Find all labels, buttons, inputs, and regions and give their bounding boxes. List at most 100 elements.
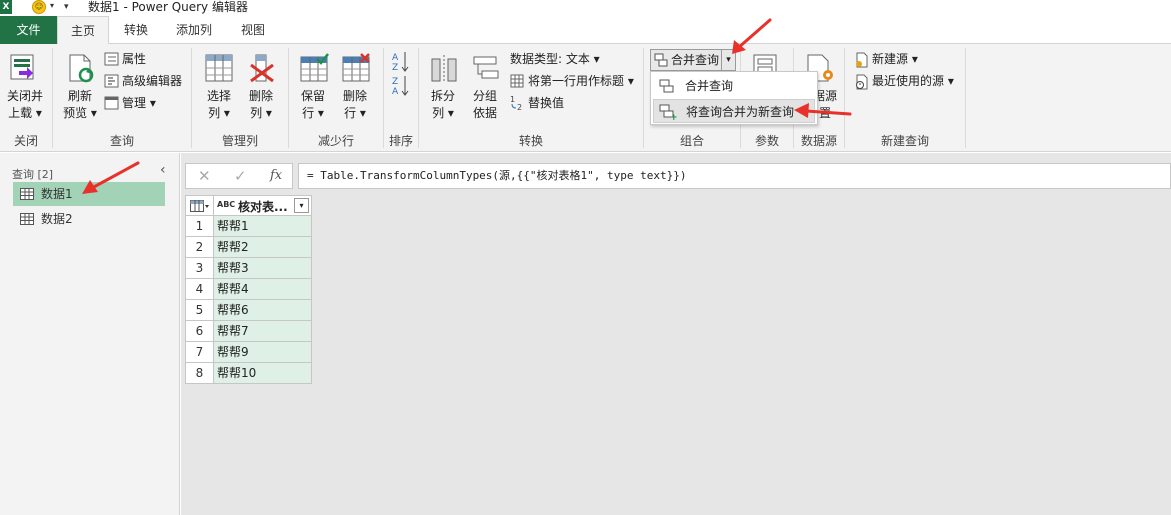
query-item-label: 数据2: [41, 212, 73, 226]
manage-label: 管理 ▾: [122, 96, 156, 110]
remove-rows-label-2: 行 ▾: [344, 106, 366, 120]
close-and-load-label-1: 关闭并: [6, 89, 43, 103]
group-label-new-query: 新建查询: [880, 134, 929, 148]
row-number: 3: [185, 258, 214, 279]
remove-columns-label-2: 列 ▾: [250, 106, 272, 120]
tab-file[interactable]: 文件: [0, 16, 57, 44]
merge-queries-menu-icon: [659, 79, 674, 93]
table-menu-button[interactable]: [185, 195, 214, 216]
data-preview-area: [181, 153, 1171, 515]
manage-icon: [104, 96, 119, 110]
refresh-preview-icon: [69, 54, 94, 83]
split-column-label-2: 列 ▾: [432, 106, 454, 120]
table-cell[interactable]: 帮帮10: [214, 363, 312, 384]
new-source-label: 新建源 ▾: [872, 52, 918, 66]
tab-view[interactable]: 视图: [228, 16, 278, 44]
svg-text:A: A: [392, 53, 399, 63]
properties-label: 属性: [122, 52, 147, 66]
group-divider: [965, 48, 966, 148]
close-and-load-label-2: 上载 ▾: [8, 106, 42, 120]
queries-header: 查询 [2]: [12, 168, 54, 181]
ribbon-tab-bar: 文件 主页 转换 添加列 视图: [0, 16, 1171, 45]
choose-columns-label-2: 列 ▾: [208, 106, 230, 120]
group-label-parameters: 参数: [754, 134, 779, 148]
group-by-icon: [473, 56, 499, 79]
table-cell[interactable]: 帮帮9: [214, 342, 312, 363]
tab-transform[interactable]: 转换: [110, 16, 162, 44]
svg-text:A: A: [392, 87, 399, 96]
sort-descending-icon[interactable]: Z A: [392, 74, 410, 96]
column-header[interactable]: ABC 核对表... ▾: [213, 195, 312, 216]
collapse-pane-icon[interactable]: ‹: [160, 162, 166, 178]
row-number: 2: [185, 237, 214, 258]
svg-text:+: +: [670, 113, 677, 120]
recent-sources-label: 最近使用的源 ▾: [872, 74, 954, 88]
table-cell[interactable]: 帮帮1: [214, 216, 312, 237]
first-row-header-icon: [510, 74, 524, 88]
table-icon: [20, 213, 34, 225]
refresh-label-1: 刷新: [67, 89, 92, 103]
row-number: 6: [185, 321, 214, 342]
table-icon: [20, 188, 34, 200]
close-and-load-icon: [10, 54, 34, 80]
column-filter-dropdown-icon[interactable]: ▾: [294, 198, 309, 213]
group-label-reduce-rows: 减少行: [317, 134, 354, 148]
smiley-feedback-icon[interactable]: ☺: [32, 0, 46, 14]
keep-rows-label-2: 行 ▾: [302, 106, 324, 120]
group-label-query: 查询: [109, 134, 134, 148]
quick-access-dropdown-icon[interactable]: ▾: [50, 1, 54, 10]
text-type-icon[interactable]: ABC: [217, 200, 235, 209]
query-item-data2[interactable]: 数据2: [13, 207, 165, 231]
column-header-label: 核对表...: [238, 200, 288, 214]
table-cell[interactable]: 帮帮4: [214, 279, 312, 300]
group-label-close: 关闭: [13, 134, 38, 148]
group-label-manage-columns: 管理列: [221, 134, 258, 148]
keep-rows-icon: [300, 53, 329, 82]
remove-rows-label-1: 删除: [342, 89, 367, 103]
merge-queries-dropdown-menu: 合并查询 + 将查询合并为新查询: [650, 71, 818, 125]
row-number: 7: [185, 342, 214, 363]
row-number: 4: [185, 279, 214, 300]
cancel-formula-icon[interactable]: ✕: [198, 167, 211, 185]
table-cell[interactable]: 帮帮6: [214, 300, 312, 321]
query-item-label: 数据1: [41, 187, 73, 201]
merge-queries-dropdown-arrow-icon[interactable]: ▾: [721, 50, 735, 70]
svg-text:2: 2: [517, 103, 522, 111]
ribbon: 关闭并 上载 ▾ 关闭 刷新 预览 ▾ 属性 高级编辑器 管理 ▾ 查询 选择 …: [0, 44, 1171, 152]
refresh-label-2: 预览 ▾: [63, 106, 97, 120]
replace-values-icon: 1 2: [510, 95, 522, 111]
menu-item-merge-queries-label: 合并查询: [685, 79, 734, 93]
svg-text:Z: Z: [392, 77, 398, 87]
svg-text:1: 1: [510, 95, 515, 104]
merge-queries-label: 合并查询: [671, 53, 720, 67]
data-type-dropdown[interactable]: 数据类型: 文本 ▾: [510, 51, 600, 67]
remove-rows-icon: [342, 53, 370, 82]
quick-access-customize-icon[interactable]: ▾: [64, 2, 69, 12]
tab-home[interactable]: 主页: [57, 16, 109, 45]
tab-add-column[interactable]: 添加列: [164, 16, 224, 44]
table-menu-icon: [190, 200, 209, 212]
sort-ascending-icon[interactable]: A Z: [392, 50, 410, 72]
data-grid: ABC 核对表... ▾ 1 帮帮1 2 帮帮2 3 帮帮3 4 帮帮4 5 帮帮6 6 帮帮7 7 帮帮…: [185, 195, 312, 384]
query-item-data1[interactable]: 数据1: [13, 182, 165, 206]
menu-item-merge-queries-as-new[interactable]: + 将查询合并为新查询: [653, 99, 815, 123]
split-column-label-1: 拆分: [430, 89, 455, 103]
group-by-label-1: 分组: [472, 89, 497, 103]
group-by-label-2: 依据: [472, 106, 497, 120]
merge-queries-icon: [654, 53, 668, 67]
recent-sources-icon: [856, 74, 868, 90]
group-label-sort: 排序: [388, 134, 413, 148]
formula-input[interactable]: = Table.TransformColumnTypes(源,{{"核对表格1"…: [298, 163, 1171, 189]
table-cell[interactable]: 帮帮7: [214, 321, 312, 342]
menu-item-merge-queries[interactable]: 合并查询: [653, 74, 815, 98]
first-row-header-label: 将第一行用作标题 ▾: [528, 74, 634, 88]
group-label-combine: 组合: [679, 134, 704, 148]
confirm-formula-icon[interactable]: ✓: [234, 167, 247, 185]
merge-queries-split-button[interactable]: 合并查询 ▾: [650, 49, 736, 71]
menu-item-merge-as-new-label: 将查询合并为新查询: [686, 105, 795, 119]
choose-columns-label-1: 选择: [206, 89, 231, 103]
new-source-icon: [856, 52, 868, 68]
fx-insert-function-icon[interactable]: fx: [270, 168, 282, 183]
table-cell[interactable]: 帮帮2: [214, 237, 312, 258]
table-cell[interactable]: 帮帮3: [214, 258, 312, 279]
